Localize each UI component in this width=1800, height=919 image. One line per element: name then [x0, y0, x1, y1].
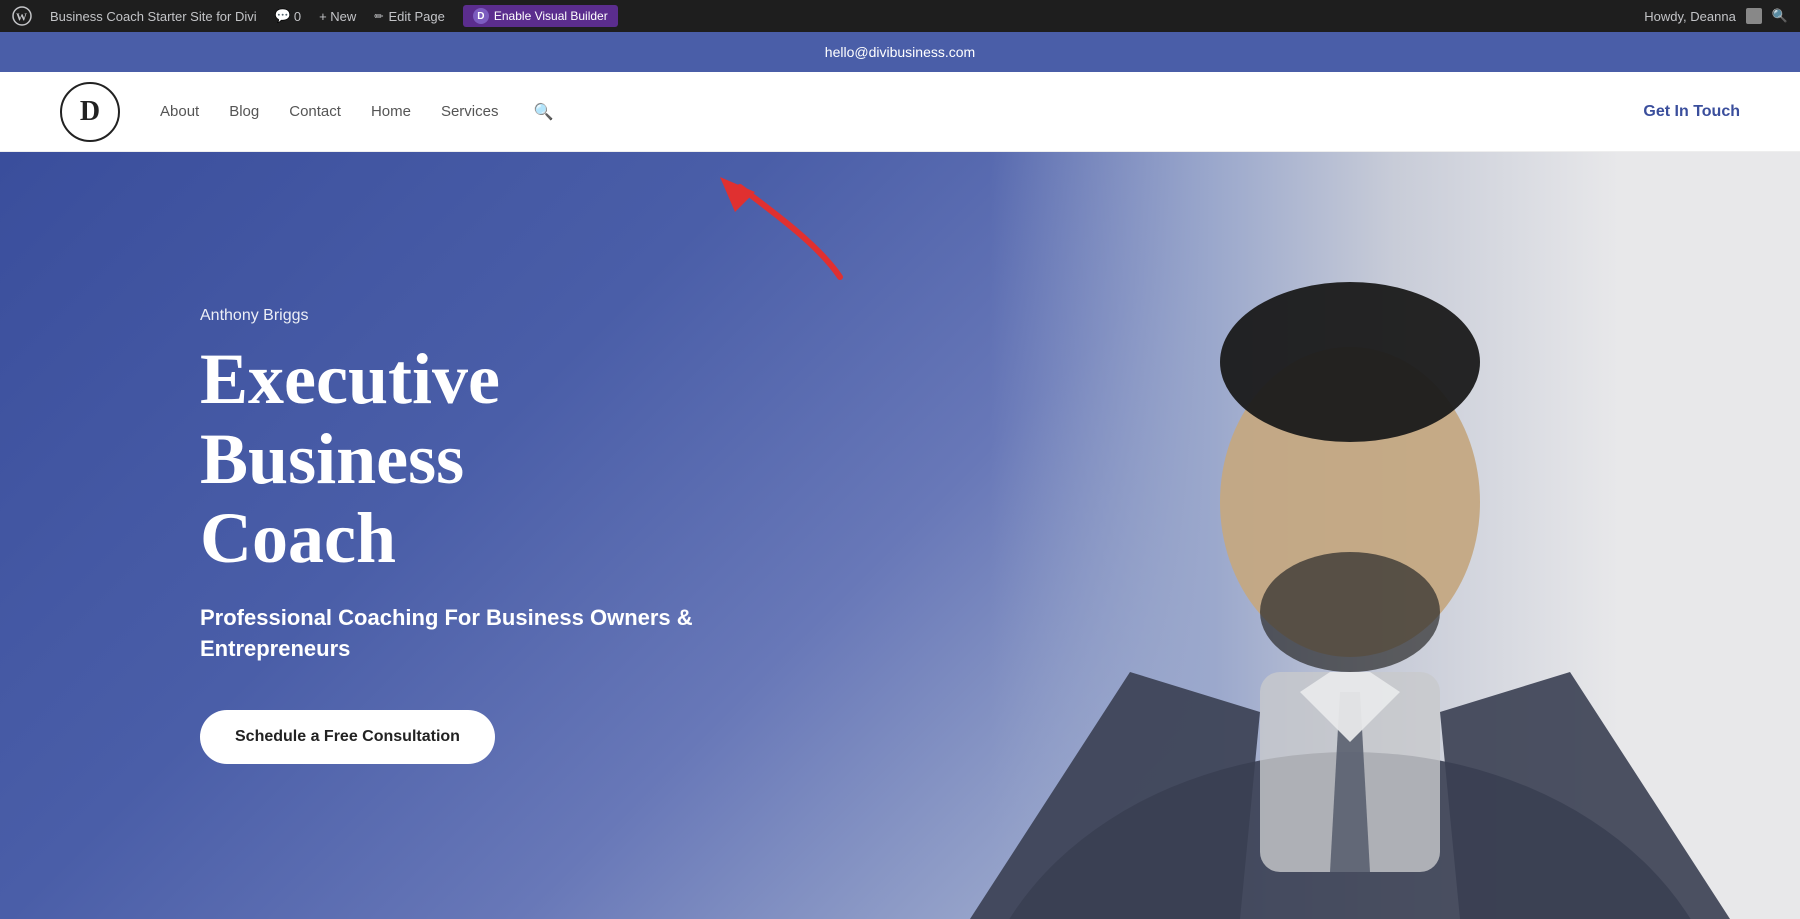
search-admin-icon[interactable]: 🔍 — [1772, 8, 1788, 24]
nav-home[interactable]: Home — [371, 103, 411, 120]
email-link[interactable]: hello@divibusiness.com — [825, 44, 975, 60]
edit-page-link[interactable]: ✏ Edit Page — [374, 9, 445, 24]
hero-title: Executive Business Coach — [200, 340, 700, 578]
search-icon[interactable]: 🔍 — [533, 102, 553, 122]
nav-services[interactable]: Services — [441, 103, 499, 120]
wp-logo-link[interactable]: W — [12, 6, 32, 26]
svg-text:W: W — [16, 12, 27, 24]
top-bar: hello@divibusiness.com — [0, 32, 1800, 72]
new-content-link[interactable]: + New — [319, 9, 356, 24]
hero-content: Anthony Briggs Executive Business Coach … — [0, 307, 700, 763]
nav-about[interactable]: About — [160, 103, 199, 120]
arrow-annotation — [600, 167, 880, 292]
admin-bar-left: W Business Coach Starter Site for Divi 💬… — [12, 5, 1644, 27]
comment-count: 0 — [294, 9, 301, 24]
nav-blog[interactable]: Blog — [229, 103, 259, 120]
person-silhouette — [950, 152, 1750, 919]
comment-icon: 💬 — [275, 8, 291, 24]
hero-person-name: Anthony Briggs — [200, 307, 700, 325]
pencil-icon: ✏ — [374, 10, 383, 23]
hero-subtitle: Professional Coaching For Business Owner… — [200, 603, 700, 665]
admin-bar-right: Howdy, Deanna 🔍 — [1644, 8, 1788, 24]
get-in-touch-cta[interactable]: Get In Touch — [1643, 103, 1740, 121]
wordpress-icon: W — [12, 6, 32, 26]
comments-link[interactable]: 💬 0 — [275, 8, 301, 24]
user-avatar — [1746, 8, 1762, 24]
site-logo[interactable]: D — [60, 82, 120, 142]
schedule-consultation-button[interactable]: Schedule a Free Consultation — [200, 710, 495, 764]
hero-section: Anthony Briggs Executive Business Coach … — [0, 152, 1800, 919]
red-arrow-svg — [600, 167, 880, 287]
logo-letter: D — [80, 96, 100, 128]
enable-vb-link[interactable]: D Enable Visual Builder — [463, 5, 618, 27]
hero-title-line2: Coach — [200, 498, 396, 578]
hero-title-line1: Executive Business — [200, 339, 500, 498]
nav-contact[interactable]: Contact — [289, 103, 341, 120]
howdy-text: Howdy, Deanna — [1644, 9, 1736, 24]
site-header: D About Blog Contact Home Services 🔍 Get… — [0, 72, 1800, 152]
edit-page-label: Edit Page — [389, 9, 445, 24]
admin-bar: W Business Coach Starter Site for Divi 💬… — [0, 0, 1800, 32]
divi-icon: D — [473, 8, 489, 24]
site-name-link[interactable]: Business Coach Starter Site for Divi — [50, 9, 257, 24]
hero-person-image — [900, 152, 1800, 919]
main-navigation: About Blog Contact Home Services 🔍 — [160, 102, 1643, 122]
enable-vb-label: Enable Visual Builder — [494, 9, 608, 23]
new-label: + New — [319, 9, 356, 24]
site-name-text: Business Coach Starter Site for Divi — [50, 9, 257, 24]
